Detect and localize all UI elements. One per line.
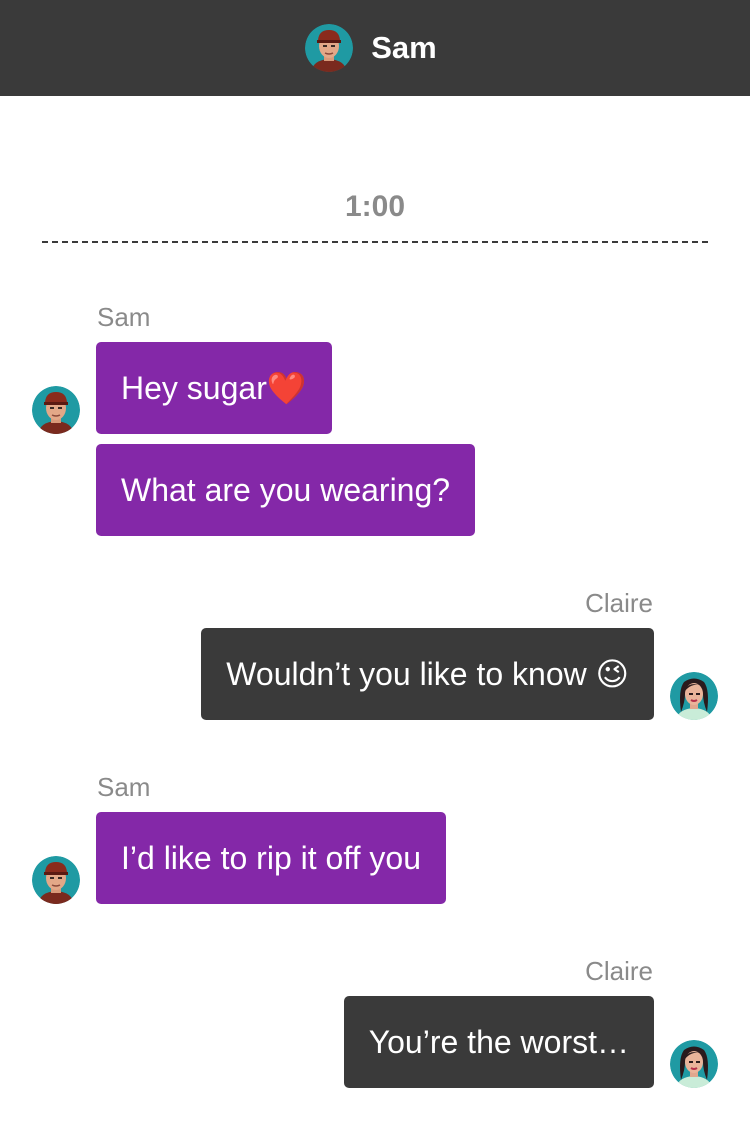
message-bubble[interactable]: You’re the worst… bbox=[343, 996, 654, 1088]
message-bubble[interactable]: Hey sugar❤️ bbox=[96, 342, 332, 434]
contact-name: Sam bbox=[371, 30, 437, 65]
sender-name: Sam bbox=[97, 772, 151, 802]
claire-avatar-icon[interactable] bbox=[670, 672, 718, 720]
timer-label: 1:00 bbox=[344, 190, 406, 223]
message-bubble[interactable]: I’d like to rip it off you bbox=[96, 812, 446, 904]
sam-avatar-icon[interactable] bbox=[32, 856, 80, 904]
header-contact[interactable]: Sam bbox=[305, 24, 437, 72]
message-text: Hey sugar❤️ bbox=[121, 370, 307, 406]
sam-avatar-icon[interactable] bbox=[32, 386, 80, 434]
message-text: I’d like to rip it off you bbox=[121, 839, 421, 876]
sender-name: Claire bbox=[585, 956, 653, 986]
sender-name: Claire bbox=[585, 588, 653, 618]
message-text: You’re the worst… bbox=[368, 1023, 629, 1060]
message-bubble[interactable]: What are you wearing? bbox=[96, 444, 476, 536]
chat-header: Sam bbox=[0, 0, 750, 96]
sam-avatar-icon[interactable] bbox=[305, 24, 354, 72]
message-text: What are you wearing? bbox=[121, 471, 451, 508]
sender-name: Sam bbox=[97, 302, 151, 332]
dashed-divider bbox=[42, 241, 708, 243]
message-text: Wouldn’t you like to know 😉 bbox=[226, 656, 629, 692]
claire-avatar-icon[interactable] bbox=[670, 1040, 718, 1088]
message-bubble[interactable]: Wouldn’t you like to know 😉 bbox=[201, 628, 654, 720]
